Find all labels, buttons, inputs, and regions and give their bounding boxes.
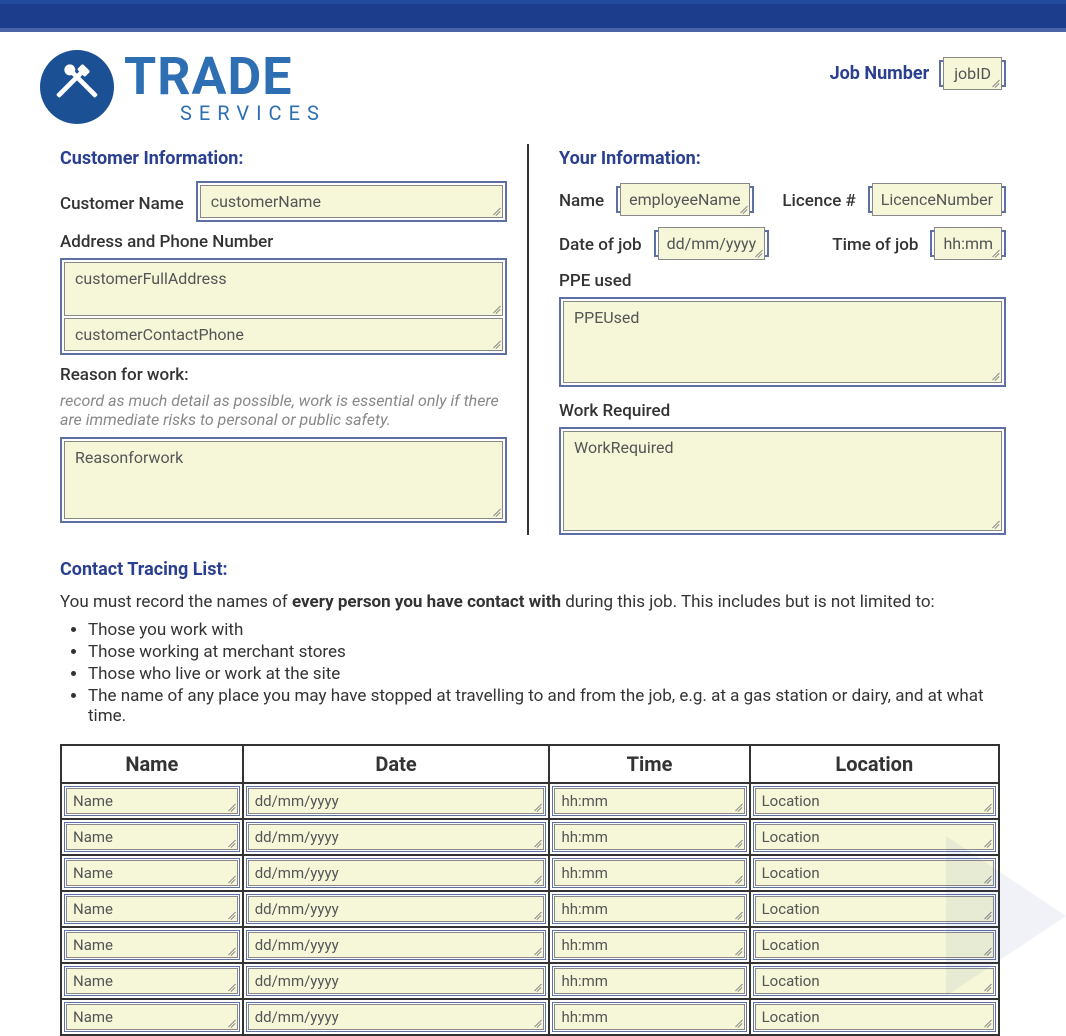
top-banner — [0, 0, 1066, 32]
logo-text: TRADE SERVICES — [124, 51, 326, 123]
ct-time-input[interactable]: hh:mm — [554, 860, 744, 886]
reason-hint: record as much detail as possible, work … — [60, 391, 507, 429]
header: TRADE SERVICES Job Number jobID — [0, 50, 1066, 134]
table-row: Namedd/mm/yyyyhh:mmLocation — [61, 819, 999, 855]
employee-name-input[interactable]: employeeName — [620, 183, 749, 216]
brand-main: TRADE — [124, 51, 326, 103]
ct-date-input[interactable]: dd/mm/yyyy — [248, 788, 545, 814]
tracing-intro-pre: You must record the names of — [60, 592, 292, 612]
ct-time-input[interactable]: hh:mm — [554, 824, 744, 850]
yourinfo-column: Your Information: Name employeeName Lice… — [559, 144, 1006, 535]
date-input[interactable]: dd/mm/yyyy — [658, 227, 766, 260]
ct-name-input[interactable]: Name — [66, 932, 238, 958]
contact-tracing-section: Contact Tracing List: You must record th… — [0, 545, 1066, 1036]
ct-name-input[interactable]: Name — [66, 896, 238, 922]
ppe-label: PPE used — [559, 271, 1006, 291]
table-row: Namedd/mm/yyyyhh:mmLocation — [61, 927, 999, 963]
brand-sub: SERVICES — [180, 103, 326, 123]
ct-date-input[interactable]: dd/mm/yyyy — [248, 824, 545, 850]
tracing-intro: You must record the names of every perso… — [60, 592, 1006, 612]
tracing-intro-strong: every person you have contact with — [292, 592, 561, 612]
customer-name-label: Customer Name — [60, 194, 184, 214]
ct-date-input[interactable]: dd/mm/yyyy — [248, 968, 545, 994]
table-row: Name dd/mm/yyyy hh:mm Location — [61, 999, 999, 1035]
tracing-title: Contact Tracing List: — [60, 559, 1006, 580]
tracing-bullet: Those who live or work at the site — [88, 664, 1006, 684]
tracing-bullet: Those you work with — [88, 620, 1006, 640]
tracing-intro-post: during this job. This includes but is no… — [561, 592, 935, 612]
licence-input[interactable]: LicenceNumber — [872, 183, 1002, 216]
table-row: Name dd/mm/yyyy hh:mm Location — [61, 783, 999, 819]
customer-phone-input[interactable]: customerContactPhone — [64, 318, 503, 351]
table-row: Namedd/mm/yyyyhh:mmLocation — [61, 891, 999, 927]
customer-address-input[interactable]: customerFullAddress — [64, 262, 503, 316]
ct-date-input[interactable]: dd/mm/yyyy — [248, 860, 545, 886]
ppe-input[interactable]: PPEUsed — [563, 301, 1002, 383]
th-name: Name — [61, 745, 243, 783]
ct-location-input[interactable]: Location — [755, 1004, 994, 1030]
licence-label: Licence # — [782, 191, 855, 211]
reason-label: Reason for work: — [60, 365, 507, 385]
tracing-bullets: Those you work withThose working at merc… — [88, 620, 1006, 726]
work-required-label: Work Required — [559, 401, 1006, 421]
job-number-input[interactable]: jobID — [943, 57, 1002, 90]
employee-name-label: Name — [559, 191, 604, 211]
ct-date-input[interactable]: dd/mm/yyyy — [248, 932, 545, 958]
ct-location-input[interactable]: Location — [755, 788, 994, 814]
customer-section-title: Customer Information: — [60, 148, 507, 169]
table-row: Namedd/mm/yyyyhh:mmLocation — [61, 855, 999, 891]
th-time: Time — [549, 745, 749, 783]
th-location: Location — [750, 745, 999, 783]
addr-phone-group: customerFullAddress customerContactPhone — [60, 258, 507, 355]
customer-name-input[interactable]: customerName — [200, 185, 503, 218]
tracing-bullet: The name of any place you may have stopp… — [88, 686, 1006, 726]
ct-name-input[interactable]: Name — [66, 824, 238, 850]
ct-time-input[interactable]: hh:mm — [554, 1004, 744, 1030]
work-required-input[interactable]: WorkRequired — [563, 431, 1002, 531]
logo: TRADE SERVICES — [40, 50, 326, 124]
th-date: Date — [243, 745, 550, 783]
ct-time-input[interactable]: hh:mm — [554, 968, 744, 994]
ct-name-input[interactable]: Name — [66, 788, 238, 814]
ct-date-input[interactable]: dd/mm/yyyy — [248, 1004, 545, 1030]
addr-label: Address and Phone Number — [60, 232, 507, 252]
ct-date-input[interactable]: dd/mm/yyyy — [248, 896, 545, 922]
date-label: Date of job — [559, 235, 642, 255]
ct-time-input[interactable]: hh:mm — [554, 896, 744, 922]
page: TRADE SERVICES Job Number jobID Customer… — [0, 0, 1066, 1036]
table-row: Namedd/mm/yyyyhh:mmLocation — [61, 963, 999, 999]
time-label: Time of job — [832, 235, 918, 255]
ct-name-input[interactable]: Name — [66, 1004, 238, 1030]
job-number-label: Job Number — [830, 63, 930, 84]
time-input[interactable]: hh:mm — [934, 227, 1002, 260]
ct-name-input[interactable]: Name — [66, 968, 238, 994]
contact-tracing-table: Name Date Time Location Namedd/mm/yyyyhh… — [60, 744, 1000, 1036]
yourinfo-section-title: Your Information: — [559, 148, 1006, 169]
bg-arrow-decoration — [946, 836, 1066, 996]
ct-time-input[interactable]: hh:mm — [554, 788, 744, 814]
customer-column: Customer Information: Customer Name cust… — [60, 144, 529, 535]
reason-input[interactable]: Reasonforwork — [64, 441, 503, 519]
tracing-bullet: Those working at merchant stores — [88, 642, 1006, 662]
job-number: Job Number jobID — [830, 50, 1026, 87]
ct-time-input[interactable]: hh:mm — [554, 932, 744, 958]
form-columns: Customer Information: Customer Name cust… — [0, 134, 1066, 545]
ct-name-input[interactable]: Name — [66, 860, 238, 886]
logo-icon — [40, 50, 114, 124]
